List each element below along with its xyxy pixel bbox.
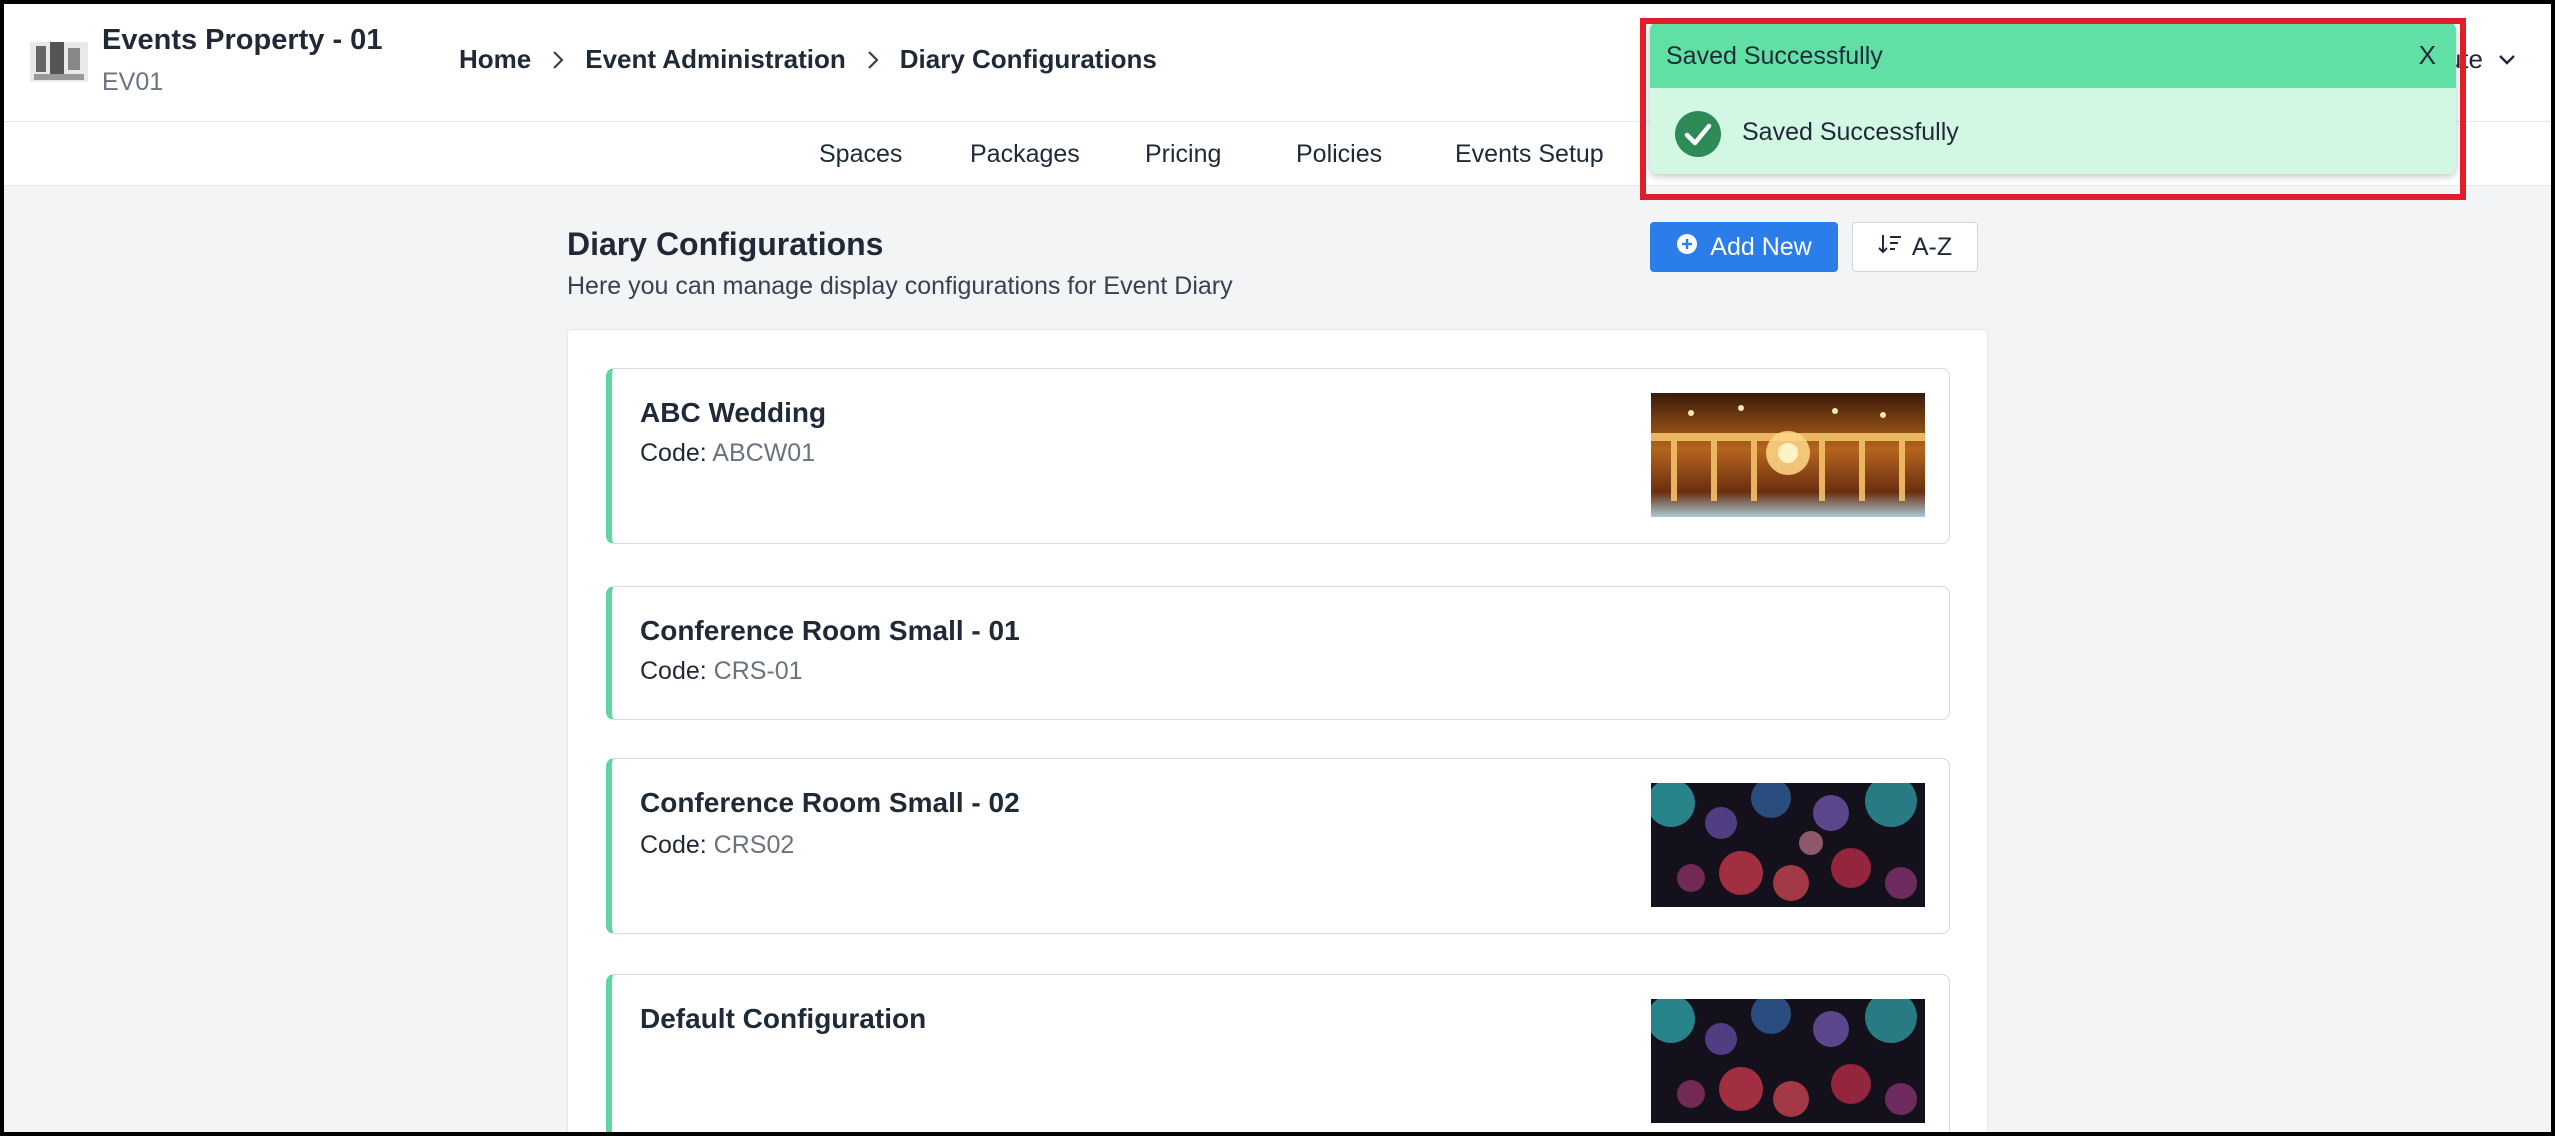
property-logo bbox=[30, 34, 88, 90]
add-new-label: Add New bbox=[1710, 232, 1812, 261]
config-card[interactable]: Conference Room Small - 02 Code: CRS02 bbox=[606, 758, 1950, 934]
code-label: Code: bbox=[640, 831, 707, 859]
highlight-outline bbox=[1640, 18, 2466, 200]
add-new-button[interactable]: Add New bbox=[1650, 222, 1838, 272]
config-card[interactable]: Conference Room Small - 01 Code: CRS-01 bbox=[606, 586, 1950, 720]
plus-circle-icon bbox=[1676, 233, 1698, 262]
config-image bbox=[1651, 783, 1925, 907]
tab-policies[interactable]: Policies bbox=[1296, 140, 1382, 169]
app-window: Events Property - 01 EV01 Home Event Adm… bbox=[4, 4, 2551, 1132]
config-name: Conference Room Small - 01 bbox=[640, 615, 1020, 646]
config-code: Code: ABCW01 bbox=[640, 439, 815, 468]
code-value: CRS02 bbox=[713, 831, 795, 859]
config-image bbox=[1651, 393, 1925, 517]
tab-pricing[interactable]: Pricing bbox=[1145, 140, 1221, 169]
chevron-right-icon bbox=[551, 49, 565, 71]
property-code: EV01 bbox=[102, 68, 164, 96]
breadcrumb-event-administration[interactable]: Event Administration bbox=[585, 44, 846, 75]
sort-button[interactable]: A-Z bbox=[1852, 222, 1978, 272]
tab-events-setup[interactable]: Events Setup bbox=[1455, 140, 1604, 169]
config-card[interactable]: ABC Wedding Code: ABCW01 bbox=[606, 368, 1950, 544]
code-value: ABCW01 bbox=[712, 439, 816, 467]
page-title: Diary Configurations bbox=[567, 226, 884, 262]
config-name: Default Configuration bbox=[640, 1003, 927, 1034]
code-label: Code: bbox=[640, 657, 707, 685]
chevron-down-icon bbox=[2497, 53, 2517, 67]
chevron-right-icon bbox=[866, 49, 880, 71]
breadcrumb-diary-configurations[interactable]: Diary Configurations bbox=[900, 44, 1157, 75]
config-image bbox=[1651, 999, 1925, 1123]
property-name: Events Property - 01 bbox=[102, 24, 383, 56]
page-subtitle: Here you can manage display configuratio… bbox=[567, 272, 1233, 300]
breadcrumb: Home Event Administration Diary Configur… bbox=[459, 44, 1157, 75]
config-code: Code: CRS-01 bbox=[640, 657, 803, 686]
config-name: Conference Room Small - 02 bbox=[640, 787, 1020, 818]
config-name: ABC Wedding bbox=[640, 397, 827, 428]
code-label: Code: bbox=[640, 439, 707, 467]
config-card[interactable]: Default Configuration bbox=[606, 974, 1950, 1132]
tab-spaces[interactable]: Spaces bbox=[819, 140, 902, 169]
sort-az-icon bbox=[1878, 233, 1902, 262]
tab-packages[interactable]: Packages bbox=[970, 140, 1080, 169]
sort-label: A-Z bbox=[1911, 232, 1953, 261]
code-value: CRS-01 bbox=[713, 657, 803, 685]
configurations-list: ABC Wedding Code: ABCW01 Conference Room… bbox=[567, 329, 1988, 1132]
config-code: Code: CRS02 bbox=[640, 831, 794, 860]
breadcrumb-home[interactable]: Home bbox=[459, 44, 531, 75]
